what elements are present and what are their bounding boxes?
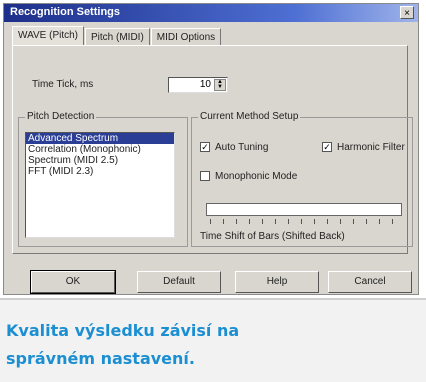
list-item[interactable]: Spectrum (MIDI 2.5)	[26, 155, 174, 166]
recognition-settings-dialog: Recognition Settings × WAVE (Pitch) Pitc…	[3, 3, 419, 295]
list-item[interactable]: Correlation (Monophonic)	[26, 144, 174, 155]
harmonic-filter-checkbox[interactable]: ✓	[322, 142, 332, 152]
help-button[interactable]: Help	[235, 271, 319, 293]
slider-ticks	[210, 219, 400, 224]
monophonic-mode-checkbox[interactable]	[200, 171, 210, 181]
method-setup-title: Current Method Setup	[198, 111, 301, 122]
method-setup-group: Current Method Setup	[191, 111, 413, 247]
list-item[interactable]: FFT (MIDI 2.3)	[26, 166, 174, 177]
tab-strip: WAVE (Pitch) Pitch (MIDI) MIDI Options	[12, 26, 222, 46]
window-title: Recognition Settings	[10, 6, 120, 18]
cancel-button[interactable]: Cancel	[328, 271, 412, 293]
ok-button[interactable]: OK	[30, 270, 116, 294]
spinner-arrows-icon[interactable]: ▲ ▼	[214, 79, 226, 91]
time-tick-value[interactable]: 10	[200, 79, 211, 90]
time-tick-spinner[interactable]: 10 ▲ ▼	[168, 77, 228, 93]
caption-divider	[0, 298, 426, 300]
auto-tuning-label: Auto Tuning	[215, 142, 269, 153]
pitch-detection-title: Pitch Detection	[25, 111, 97, 122]
monophonic-mode-label: Monophonic Mode	[215, 171, 298, 182]
pitch-detection-list[interactable]: Advanced Spectrum Correlation (Monophoni…	[25, 132, 175, 238]
pitch-detection-group: Pitch Detection Advanced Spectrum Correl…	[18, 111, 188, 247]
tab-pitch-midi[interactable]: Pitch (MIDI)	[85, 28, 150, 46]
auto-tuning-checkbox[interactable]: ✓	[200, 142, 210, 152]
time-shift-slider[interactable]	[206, 203, 402, 216]
default-button[interactable]: Default	[137, 271, 221, 293]
close-icon[interactable]: ×	[400, 6, 414, 19]
time-tick-label: Time Tick, ms	[32, 79, 94, 90]
tab-midi-options[interactable]: MIDI Options	[150, 28, 222, 46]
caption-text: Kvalita výsledku závisí na správném nast…	[6, 321, 240, 368]
tab-wave-pitch[interactable]: WAVE (Pitch)	[12, 26, 85, 46]
list-item[interactable]: Advanced Spectrum	[26, 133, 174, 144]
time-shift-label: Time Shift of Bars (Shifted Back)	[200, 231, 345, 242]
caption-box: Kvalita výsledku závisí na správném nast…	[0, 298, 426, 382]
harmonic-filter-label: Harmonic Filter	[337, 142, 405, 153]
title-bar[interactable]: Recognition Settings ×	[4, 4, 418, 22]
